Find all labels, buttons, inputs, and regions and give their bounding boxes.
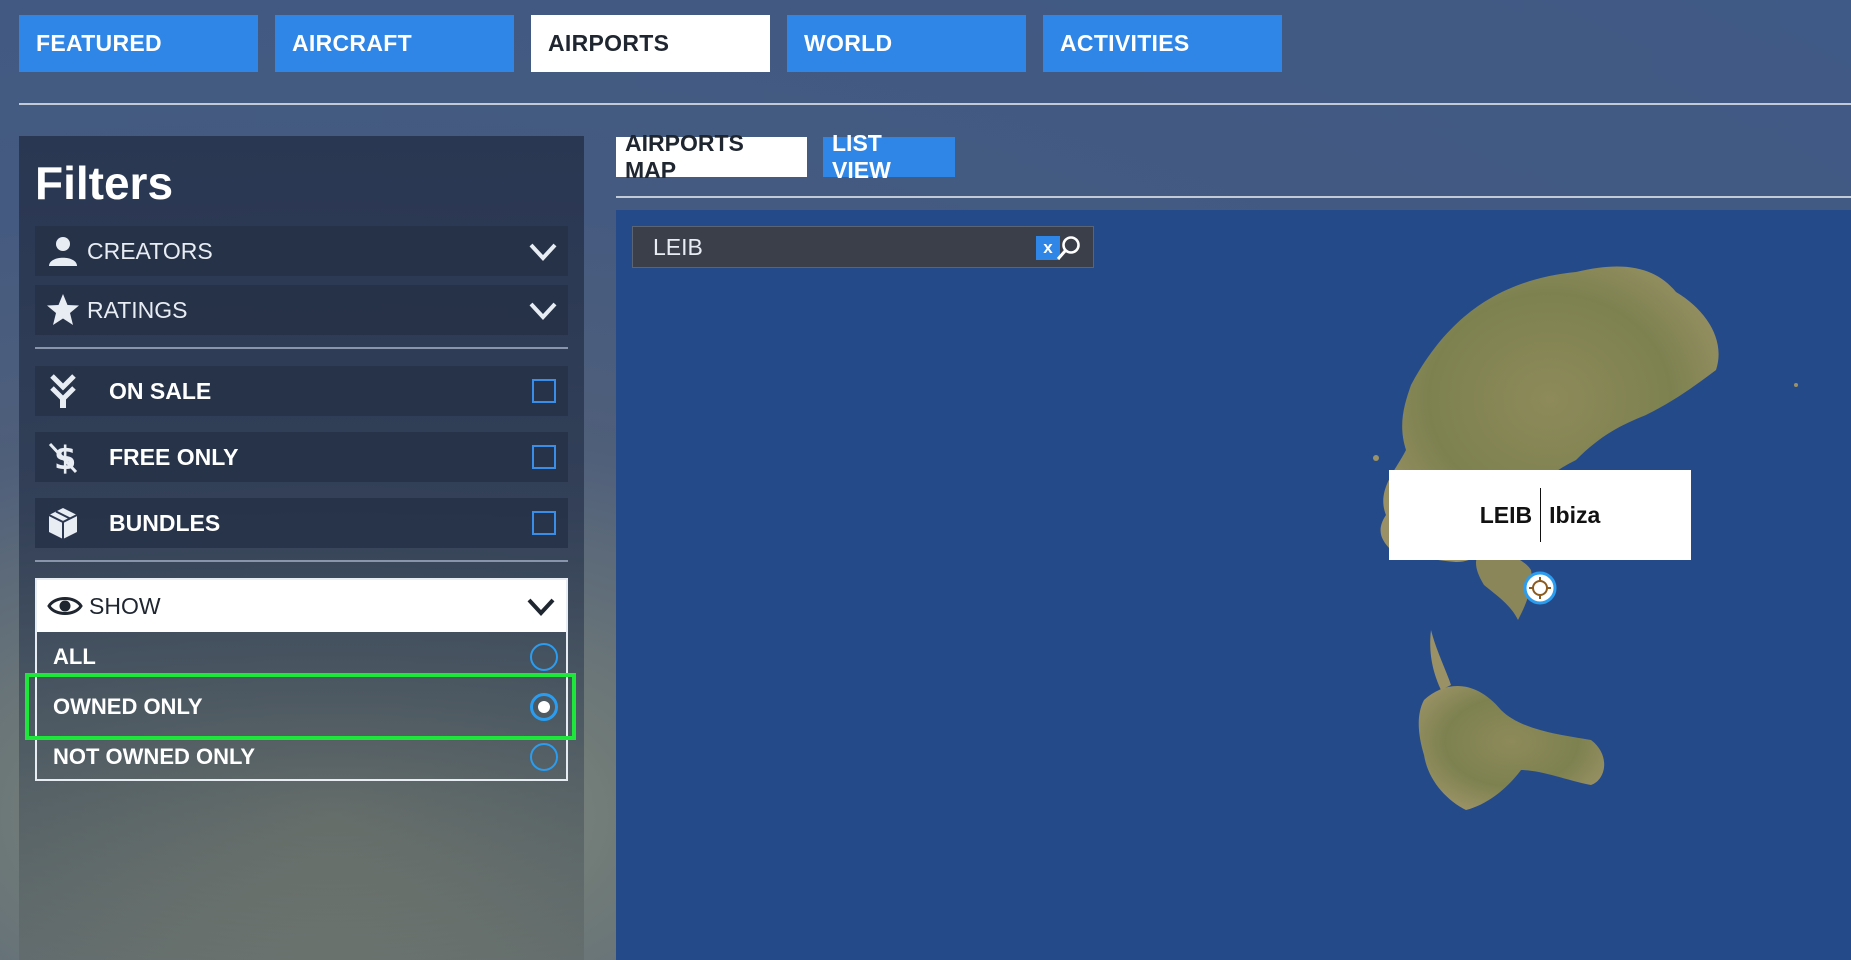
island-terrain bbox=[1373, 266, 1798, 810]
chevron-down-icon bbox=[527, 598, 555, 616]
free-only-checkbox[interactable] bbox=[532, 445, 556, 469]
bundles-label: BUNDLES bbox=[109, 509, 221, 536]
airport-code: LEIB bbox=[1479, 501, 1533, 528]
airport-name: Ibiza bbox=[1549, 501, 1601, 528]
option-label: OWNED ONLY bbox=[53, 694, 203, 719]
user-icon bbox=[39, 227, 87, 275]
tab-airports[interactable]: AIRPORTS bbox=[531, 15, 770, 72]
tab-activities[interactable]: ACTIVITIES bbox=[1043, 15, 1282, 72]
divider bbox=[35, 560, 568, 562]
creators-label: CREATORS bbox=[87, 237, 213, 264]
ratings-label: RATINGS bbox=[87, 296, 188, 323]
creators-dropdown[interactable]: CREATORS bbox=[35, 226, 568, 276]
chevron-down-icon bbox=[529, 243, 557, 261]
radio-not-owned-only[interactable] bbox=[530, 743, 558, 771]
discount-arrows-icon bbox=[39, 367, 87, 415]
bundles-filter[interactable]: BUNDLES bbox=[35, 498, 568, 548]
on-sale-checkbox[interactable] bbox=[532, 379, 556, 403]
option-label: NOT OWNED ONLY bbox=[53, 744, 256, 769]
eye-icon bbox=[41, 594, 89, 618]
show-option-not-owned-only[interactable]: NOT OWNED ONLY bbox=[37, 732, 566, 782]
view-tabs: AIRPORTS MAP LIST VIEW bbox=[616, 130, 955, 183]
top-tabs: FEATURED AIRCRAFT AIRPORTS WORLD ACTIVIT… bbox=[19, 15, 1282, 72]
bundles-checkbox[interactable] bbox=[532, 511, 556, 535]
free-only-label: FREE ONLY bbox=[109, 443, 239, 470]
divider bbox=[35, 347, 568, 349]
star-icon bbox=[39, 286, 87, 334]
airport-search[interactable]: LEIB x bbox=[632, 226, 1094, 268]
show-dropdown-header[interactable]: SHOW bbox=[37, 580, 566, 632]
show-label: SHOW bbox=[89, 592, 161, 619]
airport-pin-icon[interactable] bbox=[1522, 570, 1558, 606]
chevron-down-icon bbox=[529, 302, 557, 320]
show-option-all[interactable]: ALL bbox=[37, 632, 566, 682]
filters-panel: Filters CREATORS RATINGS ON SALE $ FREE … bbox=[19, 136, 584, 960]
search-icon[interactable] bbox=[1055, 234, 1083, 262]
show-option-owned-only[interactable]: OWNED ONLY bbox=[37, 682, 566, 732]
option-label: ALL bbox=[53, 644, 96, 669]
radio-owned-only[interactable] bbox=[530, 693, 558, 721]
filters-title: Filters bbox=[35, 157, 174, 209]
on-sale-filter[interactable]: ON SALE bbox=[35, 366, 568, 416]
on-sale-label: ON SALE bbox=[109, 377, 212, 404]
ratings-dropdown[interactable]: RATINGS bbox=[35, 285, 568, 335]
tab-airports-map[interactable]: AIRPORTS MAP bbox=[616, 130, 807, 183]
show-dropdown: SHOW ALL OWNED ONLY NOT OWNED ONLY bbox=[35, 578, 568, 781]
map-divider bbox=[616, 196, 1851, 198]
radio-all[interactable] bbox=[530, 643, 558, 671]
no-dollar-icon: $ bbox=[39, 433, 87, 481]
tab-list-view[interactable]: LIST VIEW bbox=[823, 130, 955, 183]
free-only-filter[interactable]: $ FREE ONLY bbox=[35, 432, 568, 482]
label-separator bbox=[1540, 488, 1542, 542]
airports-map[interactable]: LEIB x LEIB Ibiza bbox=[616, 210, 1851, 960]
tab-featured[interactable]: FEATURED bbox=[19, 15, 258, 72]
top-divider bbox=[19, 103, 1851, 105]
tab-world[interactable]: WORLD bbox=[787, 15, 1026, 72]
box-icon bbox=[39, 499, 87, 547]
search-input[interactable]: LEIB bbox=[653, 234, 703, 261]
airport-label-card[interactable]: LEIB Ibiza bbox=[1389, 470, 1691, 560]
tab-aircraft[interactable]: AIRCRAFT bbox=[275, 15, 514, 72]
